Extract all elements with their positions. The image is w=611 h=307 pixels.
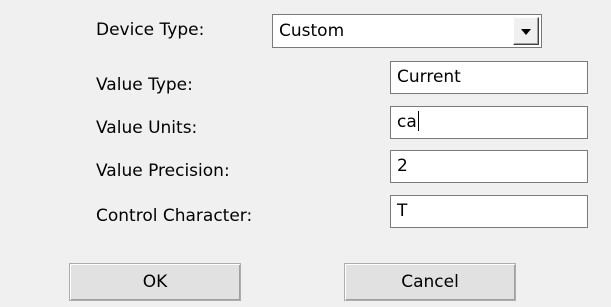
value-precision-field[interactable]: 2 <box>390 150 588 183</box>
value-units-field[interactable]: ca <box>390 106 588 139</box>
value-units-value: ca <box>397 112 417 132</box>
value-type-value: Current <box>397 67 461 87</box>
control-character-field[interactable]: T <box>390 195 588 228</box>
device-settings-dialog: Device Type: Custom Value Type: Current … <box>0 0 611 307</box>
value-type-field[interactable]: Current <box>390 61 588 94</box>
cancel-button[interactable]: Cancel <box>344 263 516 301</box>
ok-button[interactable]: OK <box>69 263 241 301</box>
chevron-down-icon <box>521 29 531 35</box>
device-type-select[interactable]: Custom <box>272 14 542 48</box>
dropdown-button[interactable] <box>513 17 539 45</box>
control-character-value: T <box>397 201 408 221</box>
control-character-label: Control Character: <box>96 206 253 226</box>
device-type-label: Device Type: <box>96 20 205 40</box>
value-precision-value: 2 <box>397 156 408 176</box>
value-type-label: Value Type: <box>96 75 193 95</box>
text-cursor <box>417 111 419 131</box>
value-precision-label: Value Precision: <box>96 161 230 181</box>
device-type-selected-value: Custom <box>279 21 345 41</box>
value-units-label: Value Units: <box>96 118 198 138</box>
